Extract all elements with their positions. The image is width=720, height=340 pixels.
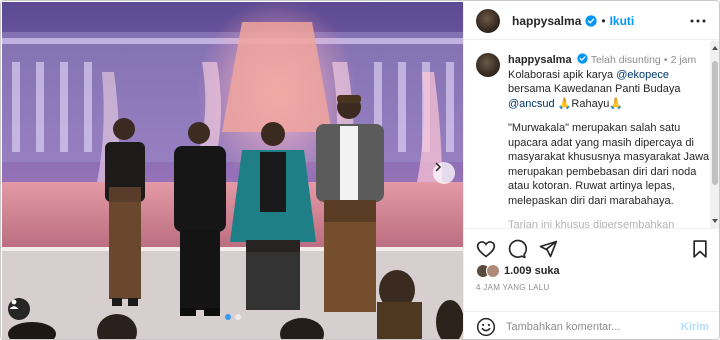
edited-label: Telah disunting bbox=[590, 54, 661, 66]
post-side-panel: happysalma • Ikuti happysalma Telah disu… bbox=[463, 2, 719, 339]
post-header: happysalma • Ikuti bbox=[464, 2, 719, 40]
emoji-icon[interactable] bbox=[476, 317, 496, 337]
carousel-dot-active bbox=[224, 314, 231, 320]
caption-separator: • bbox=[663, 54, 668, 66]
caption-area[interactable]: happysalma Telah disunting • 2 jam Kolab… bbox=[464, 41, 719, 228]
chevron-right-icon bbox=[435, 162, 442, 172]
photo-illustration bbox=[2, 2, 463, 339]
carousel-dot bbox=[234, 314, 241, 320]
scrollbar-thumb[interactable] bbox=[712, 61, 718, 185]
follow-button[interactable]: Ikuti bbox=[610, 14, 635, 28]
caption-text: happysalma Telah disunting • 2 jam Kolab… bbox=[508, 53, 713, 228]
likes-label: suka bbox=[534, 265, 560, 277]
send-icon[interactable] bbox=[538, 239, 558, 259]
likes-number: 1.009 bbox=[504, 265, 532, 277]
post-time-ago[interactable]: 4 JAM YANG LALU bbox=[476, 283, 550, 292]
liker-avatar bbox=[486, 264, 500, 278]
caption-line1-prefix: Kolaborasi apik karya bbox=[508, 68, 617, 81]
verified-badge-icon bbox=[585, 14, 597, 27]
likes-count[interactable]: 1.009 suka bbox=[504, 265, 560, 277]
header-username[interactable]: happysalma bbox=[512, 14, 581, 28]
bookmark-icon[interactable] bbox=[690, 239, 710, 259]
mention-link[interactable]: @ancsud bbox=[508, 98, 555, 110]
carousel-indicator bbox=[2, 314, 463, 320]
caption-line1-suffix: 🙏Rahayu🙏 bbox=[554, 97, 624, 110]
post-modal: happysalma • Ikuti happysalma Telah disu… bbox=[0, 0, 720, 340]
caption-row: happysalma Telah disunting • 2 jam Kolab… bbox=[464, 41, 719, 228]
likes-row[interactable]: 1.009 suka bbox=[476, 264, 560, 278]
user-icon bbox=[9, 299, 19, 309]
action-bar bbox=[464, 228, 719, 268]
caption-paragraph: "Murwakala" merupakan salah satu upacara… bbox=[508, 122, 713, 207]
mention-link[interactable]: @ekopece bbox=[616, 69, 669, 81]
scroll-up-arrow-icon[interactable] bbox=[711, 44, 719, 52]
carousel-next-button[interactable] bbox=[433, 162, 455, 184]
caption-paragraph-partial: Tarian ini khusus dipersembahkan bbox=[508, 219, 675, 228]
verified-badge-icon bbox=[577, 53, 588, 64]
heart-icon[interactable] bbox=[476, 239, 496, 259]
caption-time: 2 jam bbox=[670, 54, 697, 66]
scroll-down-arrow-icon[interactable] bbox=[711, 217, 719, 225]
comment-icon[interactable] bbox=[507, 239, 527, 259]
comment-input[interactable] bbox=[506, 320, 681, 333]
comment-bar: Kirim bbox=[464, 311, 719, 339]
caption-scrollbar[interactable] bbox=[710, 41, 719, 228]
post-photo[interactable] bbox=[2, 2, 463, 339]
avatar[interactable] bbox=[476, 8, 500, 33]
more-options-icon[interactable] bbox=[689, 12, 707, 30]
post-comment-button[interactable]: Kirim bbox=[681, 321, 709, 333]
caption-line1-mid: bersama Kawedanan Panti Budaya bbox=[508, 83, 681, 95]
caption-username[interactable]: happysalma bbox=[508, 54, 572, 66]
caption-avatar[interactable] bbox=[476, 53, 500, 77]
header-separator: • bbox=[601, 13, 606, 28]
